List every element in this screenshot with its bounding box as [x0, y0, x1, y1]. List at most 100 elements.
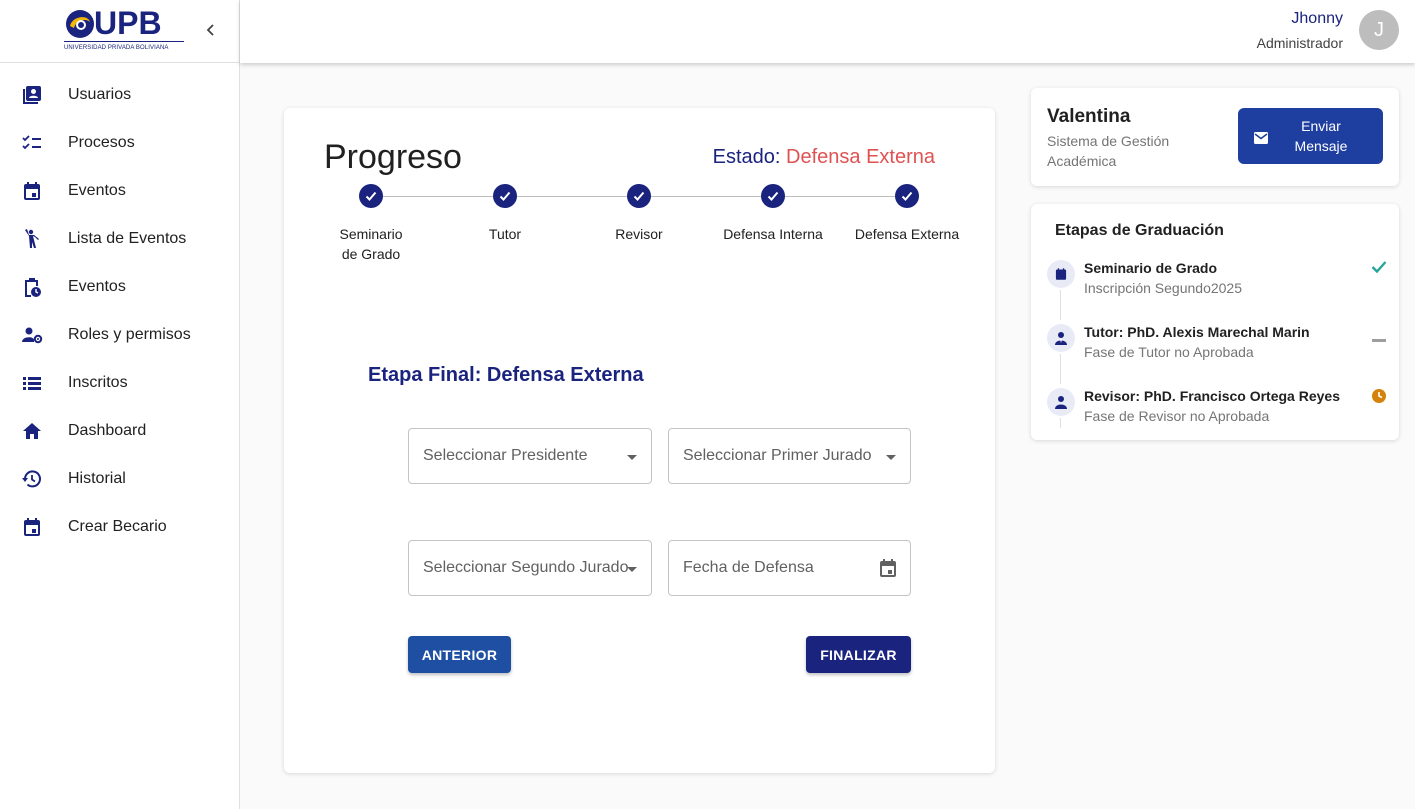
step-connector	[383, 196, 493, 197]
sidebar-item-label: Lista de Eventos	[68, 230, 187, 247]
sidebar-item-label: Eventos	[68, 182, 126, 199]
minus-icon	[1371, 330, 1387, 348]
page-title: Progreso	[324, 138, 462, 176]
status-text: Estado: Defensa Externa	[713, 146, 935, 169]
top-bar: Jhonny Administrador J	[240, 0, 1415, 63]
step-label: Revisor	[615, 226, 663, 242]
stage-title: Etapa Final: Defensa Externa	[368, 364, 644, 386]
check-icon	[1371, 260, 1387, 279]
person-icon	[1047, 388, 1075, 416]
stage-name: Revisor: PhD. Francisco Ortega Reyes	[1084, 388, 1340, 404]
dropdown-arrow-icon	[886, 455, 896, 460]
sidebar-item-label: Historial	[68, 470, 126, 487]
stage-name: Tutor: PhD. Alexis Marechal Marin	[1084, 324, 1310, 340]
sidebar-item-eventos[interactable]: Eventos	[0, 167, 239, 215]
status-label: Estado:	[712, 146, 781, 168]
dropdown-arrow-icon	[627, 455, 637, 460]
stage-name: Seminario de Grado	[1084, 260, 1218, 276]
stage-description: Inscripción Segundo2025	[1084, 280, 1243, 296]
step-complete	[761, 184, 785, 208]
fecha-defensa-field[interactable]: Fecha de Defensa	[668, 540, 911, 596]
home-icon	[21, 420, 43, 442]
person-raise-icon	[21, 228, 43, 250]
sidebar-item-usuarios[interactable]: Usuarios	[0, 71, 239, 119]
stage-item: Revisor: PhD. Francisco Ortega Reyes Fas…	[1047, 388, 1387, 438]
sidebar-item-eventos-2[interactable]: Eventos	[0, 263, 239, 311]
step-connector	[651, 196, 761, 197]
step-complete	[895, 184, 919, 208]
stage-description: Fase de Tutor no Aprobada	[1084, 344, 1254, 360]
sidebar-item-label: Procesos	[68, 134, 135, 151]
status-value: Defensa Externa	[786, 146, 935, 168]
user-name: Jhonny	[1291, 10, 1343, 27]
stage-description: Fase de Revisor no Aprobada	[1084, 408, 1270, 424]
sidebar-item-procesos[interactable]: Procesos	[0, 119, 239, 167]
sidebar-item-historial[interactable]: Historial	[0, 455, 239, 503]
step-label: Tutor	[488, 226, 522, 242]
check-icon	[499, 191, 511, 201]
step-label: Defensa Interna	[723, 226, 823, 242]
progress-card: Progreso Estado: Defensa Externa Seminar…	[284, 108, 995, 773]
primer-jurado-select[interactable]: Seleccionar Primer Jurado	[668, 428, 911, 484]
step-complete	[493, 184, 517, 208]
fecha-defensa-placeholder: Fecha de Defensa	[683, 559, 814, 576]
checklist-icon	[21, 132, 43, 154]
sidebar-item-crear-becario[interactable]: Crear Becario	[0, 503, 239, 551]
stage-connector	[1060, 354, 1061, 384]
history-icon	[21, 468, 43, 490]
step-label: Seminario de Grado	[339, 226, 403, 262]
step-label: Defensa Externa	[854, 226, 960, 242]
stage-item: Seminario de Grado Inscripción Segundo20…	[1047, 260, 1387, 320]
presidente-select[interactable]: Seleccionar Presidente	[408, 428, 652, 484]
send-message-label: Enviar Mensaje	[1294, 118, 1348, 154]
profile-card: Valentina Sistema de Gestión Académica E…	[1031, 88, 1399, 186]
segundo-jurado-select[interactable]: Seleccionar Segundo Jurado	[408, 540, 652, 596]
stage-connector	[1060, 418, 1061, 428]
stage-item: Tutor: PhD. Alexis Marechal Marin Fase d…	[1047, 324, 1387, 384]
sidebar-item-label: Usuarios	[68, 86, 132, 103]
sidebar: UPB UNIVERSIDAD PRIVADA BOLIVIANA Usuari…	[0, 0, 240, 809]
sidebar-item-lista-eventos[interactable]: Lista de Eventos	[0, 215, 239, 263]
dropdown-arrow-icon	[627, 567, 637, 572]
finish-button[interactable]: FINALIZAR	[806, 636, 911, 673]
clock-icon	[1371, 388, 1387, 409]
calendar-icon	[21, 180, 43, 202]
contacts-icon	[21, 84, 43, 106]
stage-connector	[1060, 290, 1061, 320]
previous-button[interactable]: ANTERIOR	[408, 636, 511, 673]
send-message-button[interactable]: Enviar Mensaje	[1238, 108, 1383, 164]
step-complete	[359, 184, 383, 208]
graduation-stages-title: Etapas de Graduación	[1055, 222, 1224, 239]
graduation-stages-card: Etapas de Graduación Seminario de Grado …	[1031, 204, 1399, 440]
presidente-select-placeholder: Seleccionar Presidente	[423, 447, 588, 464]
sidebar-nav: Usuarios Procesos Eventos Lista de Event…	[0, 0, 239, 551]
progress-stepper: Seminario de Grado Tutor Revisor Defensa…	[324, 184, 974, 264]
check-icon	[901, 191, 913, 201]
sidebar-item-roles[interactable]: Roles y permisos	[0, 311, 239, 359]
sidebar-item-label: Dashboard	[68, 422, 147, 439]
sidebar-item-label: Roles y permisos	[68, 326, 191, 343]
step-connector	[785, 196, 895, 197]
avatar[interactable]: J	[1359, 10, 1399, 50]
check-icon	[365, 191, 377, 201]
sidebar-item-inscritos[interactable]: Inscritos	[0, 359, 239, 407]
calendar-icon	[21, 516, 43, 538]
check-icon	[767, 191, 779, 201]
user-role: Administrador	[1256, 35, 1343, 51]
calendar-picker-icon[interactable]	[877, 557, 899, 584]
sidebar-item-label: Inscritos	[68, 374, 128, 391]
calendar-icon	[1047, 260, 1075, 288]
manage-accounts-icon	[21, 324, 43, 346]
clipboard-clock-icon	[21, 276, 43, 298]
primer-jurado-select-placeholder: Seleccionar Primer Jurado	[683, 447, 872, 464]
sidebar-item-label: Crear Becario	[68, 518, 167, 535]
profile-name: Valentina	[1047, 106, 1131, 127]
profile-subtitle: Sistema de Gestión Académica	[1047, 133, 1170, 169]
check-icon	[633, 191, 645, 201]
list-icon	[21, 372, 43, 394]
sidebar-item-label: Eventos	[68, 278, 126, 295]
step-complete	[627, 184, 651, 208]
sidebar-item-dashboard[interactable]: Dashboard	[0, 407, 239, 455]
step-connector	[517, 196, 627, 197]
segundo-jurado-select-placeholder: Seleccionar Segundo Jurado	[423, 559, 629, 576]
